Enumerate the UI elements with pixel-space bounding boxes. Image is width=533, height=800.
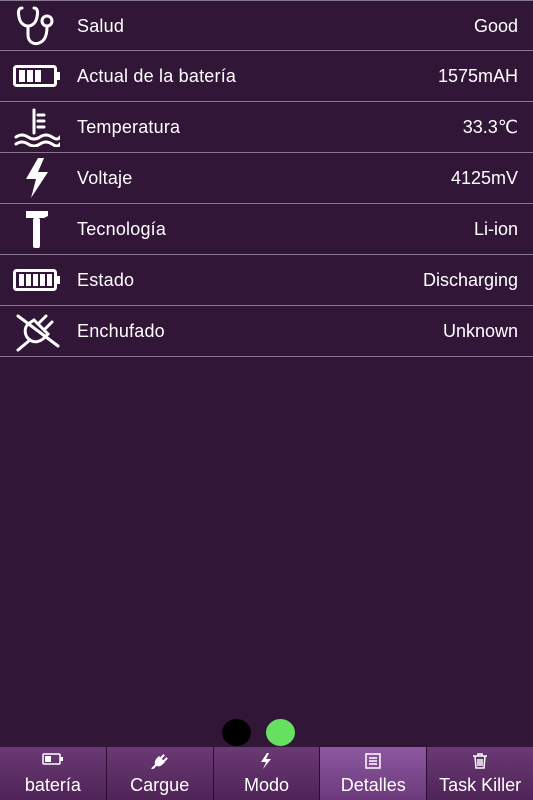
tab-modo[interactable]: Modo (212, 747, 320, 800)
tab-label: Modo (243, 775, 289, 795)
battery-level-icon (12, 55, 62, 97)
detail-value: 33.3℃ (462, 117, 518, 137)
page-dot-2-active[interactable] (266, 719, 295, 746)
tab-bateria[interactable]: batería (0, 747, 106, 800)
detail-label: Enchufado (77, 321, 165, 341)
detail-row-status: Estado Discharging (0, 255, 533, 306)
detail-label: Actual de la batería (77, 66, 237, 86)
detail-value: 1575mAH (437, 66, 518, 86)
tab-label: batería (24, 775, 81, 795)
tab-task-killer[interactable]: Task Killer (426, 747, 533, 800)
battery-details-list: Salud Good Actual de la batería 1575mAH (0, 0, 533, 357)
thermometer-icon (12, 106, 62, 148)
trash-icon (427, 753, 533, 769)
detail-label: Temperatura (77, 117, 181, 137)
detail-value: Discharging (422, 270, 518, 290)
list-icon (320, 753, 426, 769)
detail-label: Voltaje (77, 168, 133, 188)
detail-value: Good (473, 16, 518, 36)
hammer-icon (12, 208, 62, 250)
tab-cargue[interactable]: Cargue (105, 747, 213, 800)
detail-row-technology: Tecnología Li-ion (0, 204, 533, 255)
detail-label: Estado (77, 270, 135, 290)
tab-label: Detalles (340, 775, 406, 795)
detail-row-battery-current: Actual de la batería 1575mAH (0, 51, 533, 102)
detail-value: 4125mV (450, 168, 518, 188)
detail-row-health: Salud Good (0, 0, 533, 51)
detail-label: Tecnología (77, 219, 167, 239)
tab-label: Cargue (130, 775, 190, 795)
lightning-bolt-icon (12, 157, 62, 199)
plug-icon (107, 753, 213, 769)
tab-detalles[interactable]: Detalles (319, 747, 427, 800)
detail-row-temperature: Temperatura 33.3℃ (0, 102, 533, 153)
detail-row-voltage: Voltaje 4125mV (0, 153, 533, 204)
page-indicator (0, 719, 533, 747)
detail-value: Li-ion (473, 219, 518, 239)
page-dot-1[interactable] (222, 719, 251, 746)
detail-value: Unknown (442, 321, 518, 341)
battery-full-icon (12, 259, 62, 301)
unplugged-icon (12, 310, 62, 352)
stethoscope-icon (12, 5, 62, 47)
detail-label: Salud (77, 16, 125, 36)
battery-icon (0, 753, 106, 769)
tab-label: Task Killer (439, 775, 522, 795)
bolt-icon (214, 753, 320, 769)
detail-row-plugged: Enchufado Unknown (0, 306, 533, 357)
bottom-tab-bar: batería Cargue Modo Detalles Task Killer (0, 747, 533, 800)
